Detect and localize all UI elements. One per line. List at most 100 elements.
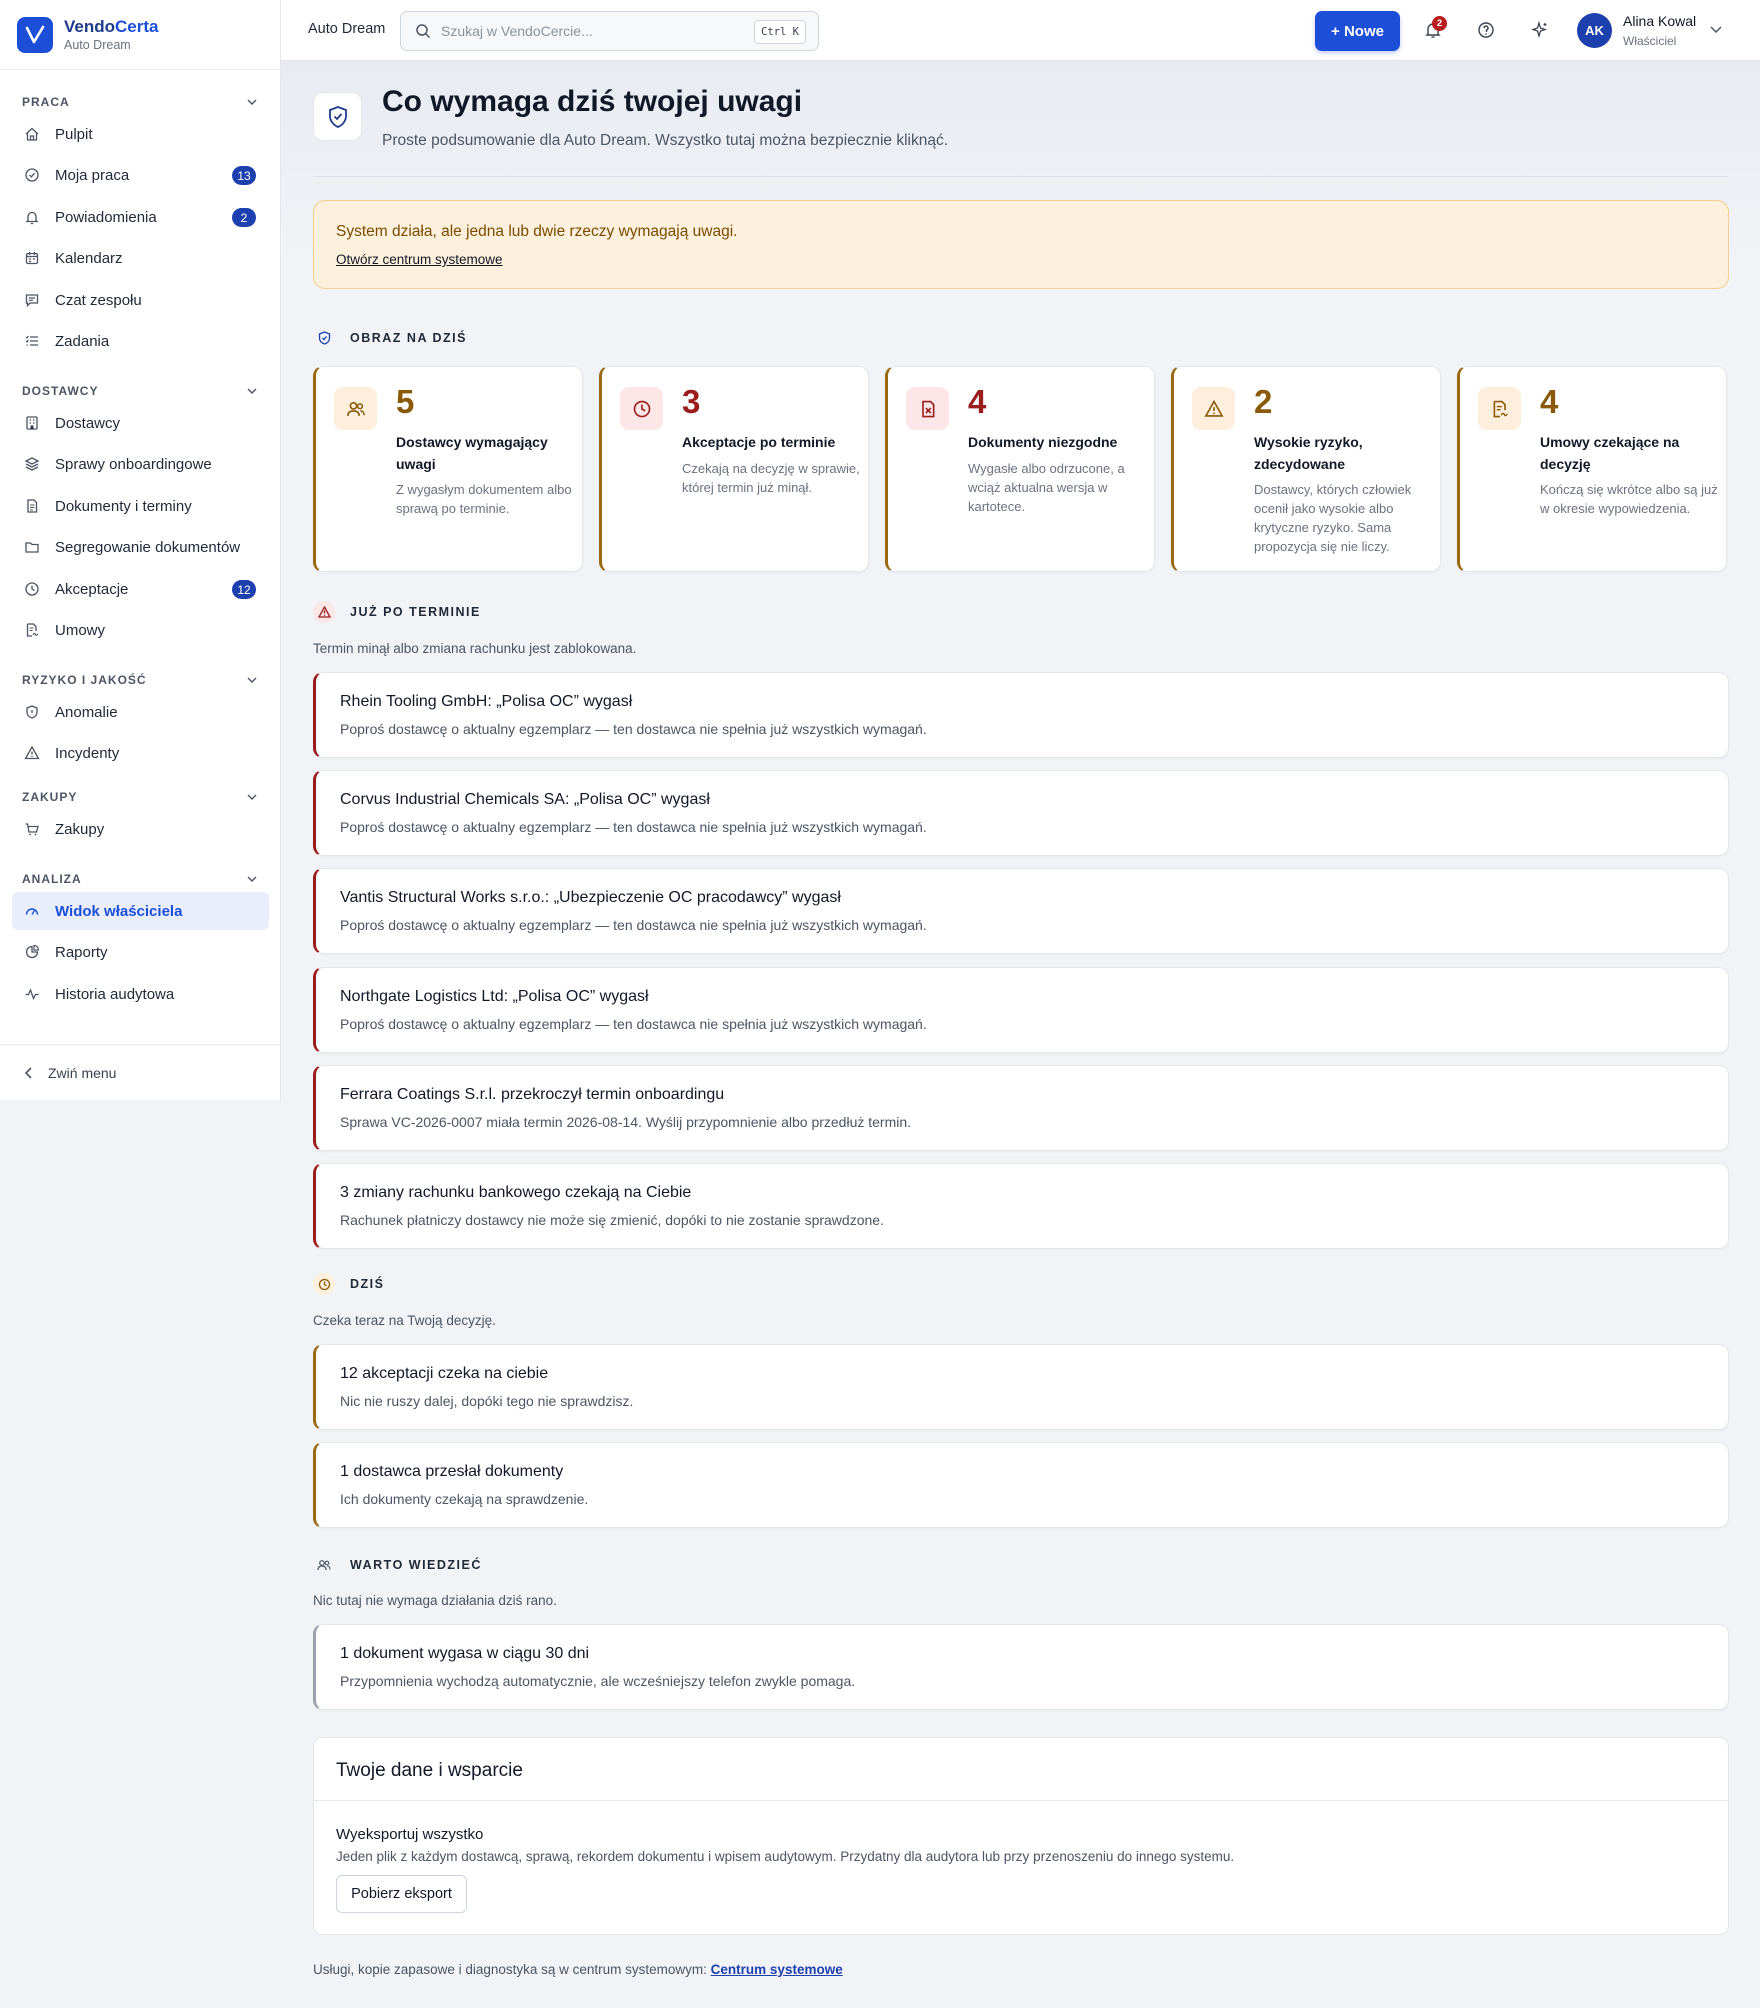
sidebar-item[interactable]: Widok właściciela: [12, 892, 269, 930]
pie-icon: [24, 944, 40, 960]
list-item[interactable]: 1 dostawca przesłał dokumenty Ich dokumen…: [313, 1442, 1729, 1528]
list-item[interactable]: Corvus Industrial Chemicals SA: „Polisa …: [313, 770, 1729, 856]
list-item[interactable]: Vantis Structural Works s.r.o.: „Ubezpie…: [313, 868, 1729, 954]
kpi-card[interactable]: 4 Dokumenty niezgodne Wygasłe albo odrzuco…: [885, 366, 1155, 572]
warning-icon: [1192, 387, 1235, 430]
list-item[interactable]: Rhein Tooling GmbH: „Polisa OC” wygasł Po…: [313, 672, 1729, 758]
sidebar-item[interactable]: Anomalie: [12, 693, 269, 731]
sidebar-item-label: Umowy: [55, 621, 106, 639]
kpi-card[interactable]: 5 Dostawcy wymagający uwagi Z wygasłym dok…: [313, 366, 583, 572]
kpi-value: 5: [396, 383, 415, 420]
sidebar-item-label: Dostawcy: [55, 414, 121, 432]
chevron-down-icon: [247, 99, 257, 105]
nav-section-header[interactable]: DOSTAWCY: [22, 381, 258, 401]
kpi-card[interactable]: 3 Akceptacje po terminie Czekają na decyzj…: [599, 366, 869, 572]
item-desc: Poproś dostawcę o aktualny egzemplarz — …: [340, 721, 927, 737]
sidebar-item-label: Anomalie: [55, 703, 118, 721]
user-name[interactable]: Alina Kowal: [1623, 13, 1696, 29]
section-today-header: DZIŚ: [313, 1273, 384, 1295]
org-switcher[interactable]: Auto Dream: [308, 21, 385, 37]
home-icon: [24, 126, 40, 142]
kpi-desc: Wygasłe albo odrzucone, a wciąż aktualna…: [968, 461, 1125, 514]
list-item[interactable]: 12 akceptacji czeka na ciebie Nic nie rus…: [313, 1344, 1729, 1430]
logo-check-icon: [17, 16, 53, 53]
sidebar-item[interactable]: Pulpit: [12, 115, 269, 153]
kpi-title: Dostawcy wymagający uwagi: [396, 434, 548, 472]
sidebar-item-label: Incydenty: [55, 744, 120, 762]
sidebar-item[interactable]: Kalendarz: [12, 239, 269, 277]
fyi-desc: Nic tutaj nie wymaga działania dziś rano…: [313, 1593, 557, 1608]
sidebar-item[interactable]: Sprawy onboardingowe: [12, 445, 269, 483]
sidebar-item-label: Zadania: [55, 332, 110, 350]
search-box[interactable]: Ctrl K: [400, 11, 819, 51]
item-title: Northgate Logistics Ltd: „Polisa OC” wyg…: [340, 988, 649, 1005]
sidebar-item-label: Widok właściciela: [55, 902, 183, 920]
system-center-link[interactable]: Otwórz centrum systemowe: [336, 252, 503, 267]
download-export-button[interactable]: Pobierz eksport: [336, 1875, 467, 1913]
search-icon: [416, 24, 431, 39]
sidebar-item[interactable]: Segregowanie dokumentów: [12, 528, 269, 566]
sidebar-item[interactable]: Zakupy: [12, 810, 269, 848]
page-title: Co wymaga dziś twojej uwagi: [382, 85, 803, 118]
export-desc: Jeden plik z każdym dostawcą, sprawą, re…: [336, 1849, 1235, 1864]
shield-check-icon: [313, 92, 362, 141]
count-badge: 12: [232, 580, 256, 599]
sidebar-item[interactable]: Incydenty: [12, 734, 269, 772]
item-title: Corvus Industrial Chemicals SA: „Polisa …: [340, 791, 710, 808]
warning-icon: [313, 601, 335, 623]
list-item[interactable]: Ferrara Coatings S.r.l. przekroczył term…: [313, 1065, 1729, 1151]
sidebar-item[interactable]: Zadania: [12, 322, 269, 360]
kpi-desc: Dostawcy, których człowiek ocenił jako w…: [1254, 482, 1412, 554]
item-title: 3 zmiany rachunku bankowego czekają na C…: [340, 1184, 692, 1201]
footer-note: Usługi, kopie zapasowe i diagnostyka są …: [313, 1962, 843, 1977]
sidebar-item[interactable]: Dokumenty i terminy: [12, 487, 269, 525]
system-center-footer-link[interactable]: Centrum systemowe: [711, 1962, 843, 1977]
users-icon: [334, 387, 377, 430]
avatar[interactable]: AK: [1577, 13, 1612, 48]
sidebar-item[interactable]: Dostawcy: [12, 404, 269, 442]
collapse-menu-button[interactable]: Zwiń menu: [0, 1044, 280, 1100]
contract-icon: [24, 622, 40, 638]
main-content: Co wymaga dziś twojej uwagi Proste podsu…: [281, 61, 1760, 2008]
chevron-down-icon: [247, 677, 257, 683]
section-overview-header: OBRAZ NA DZIŚ: [313, 327, 467, 349]
sidebar-item[interactable]: Raporty: [12, 933, 269, 971]
nav-section-header[interactable]: PRACA: [22, 92, 258, 112]
kpi-card[interactable]: 4 Umowy czekające na decyzję Kończą się wk…: [1457, 366, 1727, 572]
clock-icon: [313, 1273, 335, 1295]
list-item[interactable]: 1 dokument wygasa w ciągu 30 dni Przypomn…: [313, 1624, 1729, 1710]
chevron-down-icon[interactable]: [1709, 22, 1723, 36]
item-title: Vantis Structural Works s.r.o.: „Ubezpie…: [340, 889, 841, 906]
nav-section-header[interactable]: RYZYKO I JAKOŚĆ: [22, 670, 258, 690]
overdue-desc: Termin minął albo zmiana rachunku jest z…: [313, 641, 637, 656]
list-item[interactable]: 3 zmiany rachunku bankowego czekają na C…: [313, 1163, 1729, 1249]
new-button[interactable]: + Nowe: [1315, 11, 1400, 51]
kpi-card[interactable]: 2 Wysokie ryzyko, zdecydowane Dostawcy, kt…: [1171, 366, 1441, 572]
cart-icon: [24, 821, 40, 837]
kpi-title: Wysokie ryzyko, zdecydowane: [1254, 434, 1363, 472]
search-input[interactable]: [441, 23, 741, 39]
sidebar-item[interactable]: Czat zespołu: [12, 281, 269, 319]
brand[interactable]: VendoCerta Auto Dream: [0, 0, 280, 70]
item-desc: Przypomnienia wychodzą automatycznie, al…: [340, 1673, 856, 1689]
help-icon[interactable]: [1474, 18, 1498, 42]
layers-icon: [24, 456, 40, 472]
file-x-icon: [906, 387, 949, 430]
check-circle-icon: [24, 167, 40, 183]
kpi-desc: Czekają na decyzję w sprawie, której ter…: [682, 461, 860, 495]
nav-section-header[interactable]: ANALIZA: [22, 869, 258, 889]
nav-section-header[interactable]: ZAKUPY: [22, 787, 258, 807]
sidebar-item[interactable]: Historia audytowa: [12, 975, 269, 1013]
sparkles-icon[interactable]: [1528, 18, 1552, 42]
sidebar-item[interactable]: Moja praca 13: [12, 156, 269, 194]
item-desc: Ich dokumenty czekają na sprawdzenie.: [340, 1491, 589, 1507]
sidebar-item[interactable]: Powiadomienia 2: [12, 198, 269, 236]
sidebar-item[interactable]: Akceptacje 12: [12, 570, 269, 608]
list-item[interactable]: Northgate Logistics Ltd: „Polisa OC” wyg…: [313, 967, 1729, 1053]
sidebar-item[interactable]: Umowy: [12, 611, 269, 649]
sidebar-item-label: Historia audytowa: [55, 985, 175, 1003]
sidebar-item-label: Zakupy: [55, 820, 105, 838]
divider: [314, 1800, 1728, 1801]
sidebar-item-label: Raporty: [55, 943, 108, 961]
brand-org: Auto Dream: [64, 38, 131, 52]
